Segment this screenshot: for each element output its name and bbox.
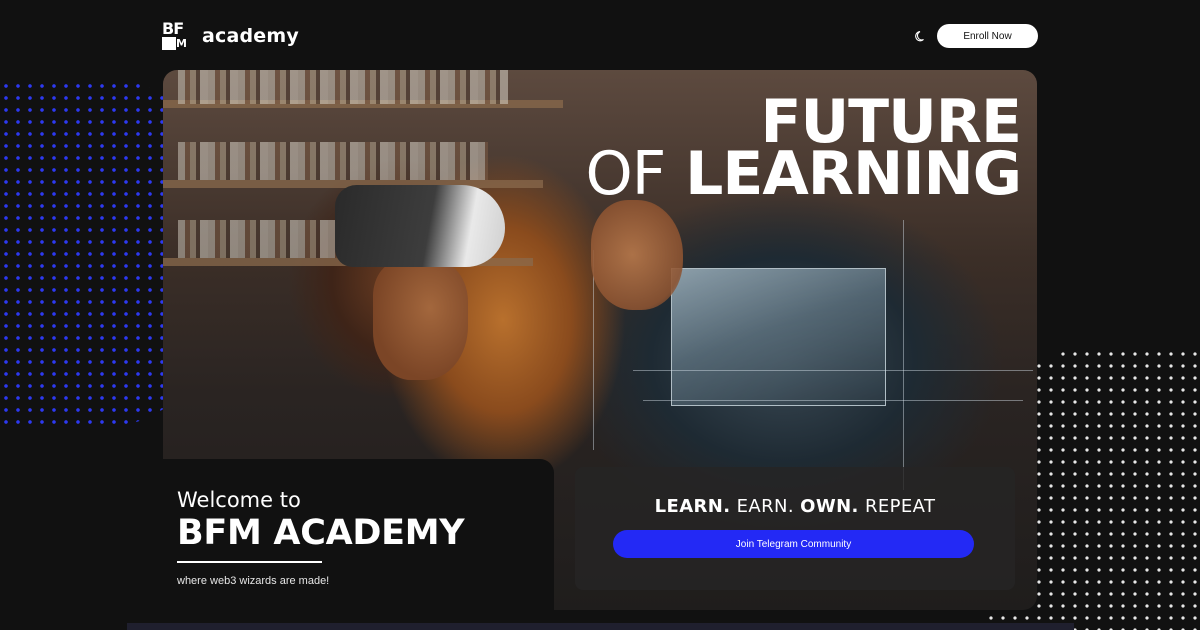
- divider: [177, 561, 322, 563]
- bottom-edge: [127, 623, 1074, 630]
- slogan-earn: EARN.: [736, 496, 795, 517]
- student-hand: [591, 200, 683, 310]
- logo-letter-m: M: [176, 37, 187, 50]
- books: [178, 142, 488, 180]
- moon-icon[interactable]: [914, 29, 928, 43]
- books: [178, 70, 508, 104]
- cta-panel: LEARN. EARN. OWN. REPEAT Join Telegram C…: [575, 467, 1015, 590]
- join-telegram-button[interactable]: Join Telegram Community: [613, 530, 974, 558]
- hero-title: FUTURE OF LEARNING: [586, 92, 1022, 204]
- slogan-own: OWN.: [800, 496, 859, 517]
- logo-block: [162, 37, 176, 50]
- slogan-learn: LEARN.: [654, 496, 731, 517]
- tagline-subtitle: where web3 wizards are made!: [177, 575, 330, 587]
- hologram-line: [903, 220, 904, 490]
- logo-text: academy: [202, 25, 299, 47]
- hologram-line: [633, 370, 1033, 371]
- slogan-repeat: REPEAT: [864, 496, 936, 517]
- logo-mark: BF M: [162, 19, 192, 50]
- hero-title-learning: LEARNING: [685, 139, 1022, 209]
- welcome-line: Welcome to: [177, 488, 301, 512]
- hologram-screen: [671, 268, 886, 406]
- academy-name: BFM ACADEMY: [177, 513, 465, 553]
- hologram-line: [643, 400, 1023, 401]
- enroll-now-button[interactable]: Enroll Now: [937, 24, 1038, 48]
- vr-headset: [335, 185, 505, 267]
- hero-title-of: OF: [585, 139, 667, 209]
- logo[interactable]: BF M academy: [162, 19, 299, 50]
- welcome-card: Welcome to BFM ACADEMY where web3 wizard…: [158, 459, 554, 630]
- logo-letters: BF: [162, 19, 184, 38]
- slogan: LEARN. EARN. OWN. REPEAT: [575, 496, 1015, 517]
- student-face: [373, 260, 468, 380]
- site-header: BF M academy Enroll Now: [162, 19, 1038, 50]
